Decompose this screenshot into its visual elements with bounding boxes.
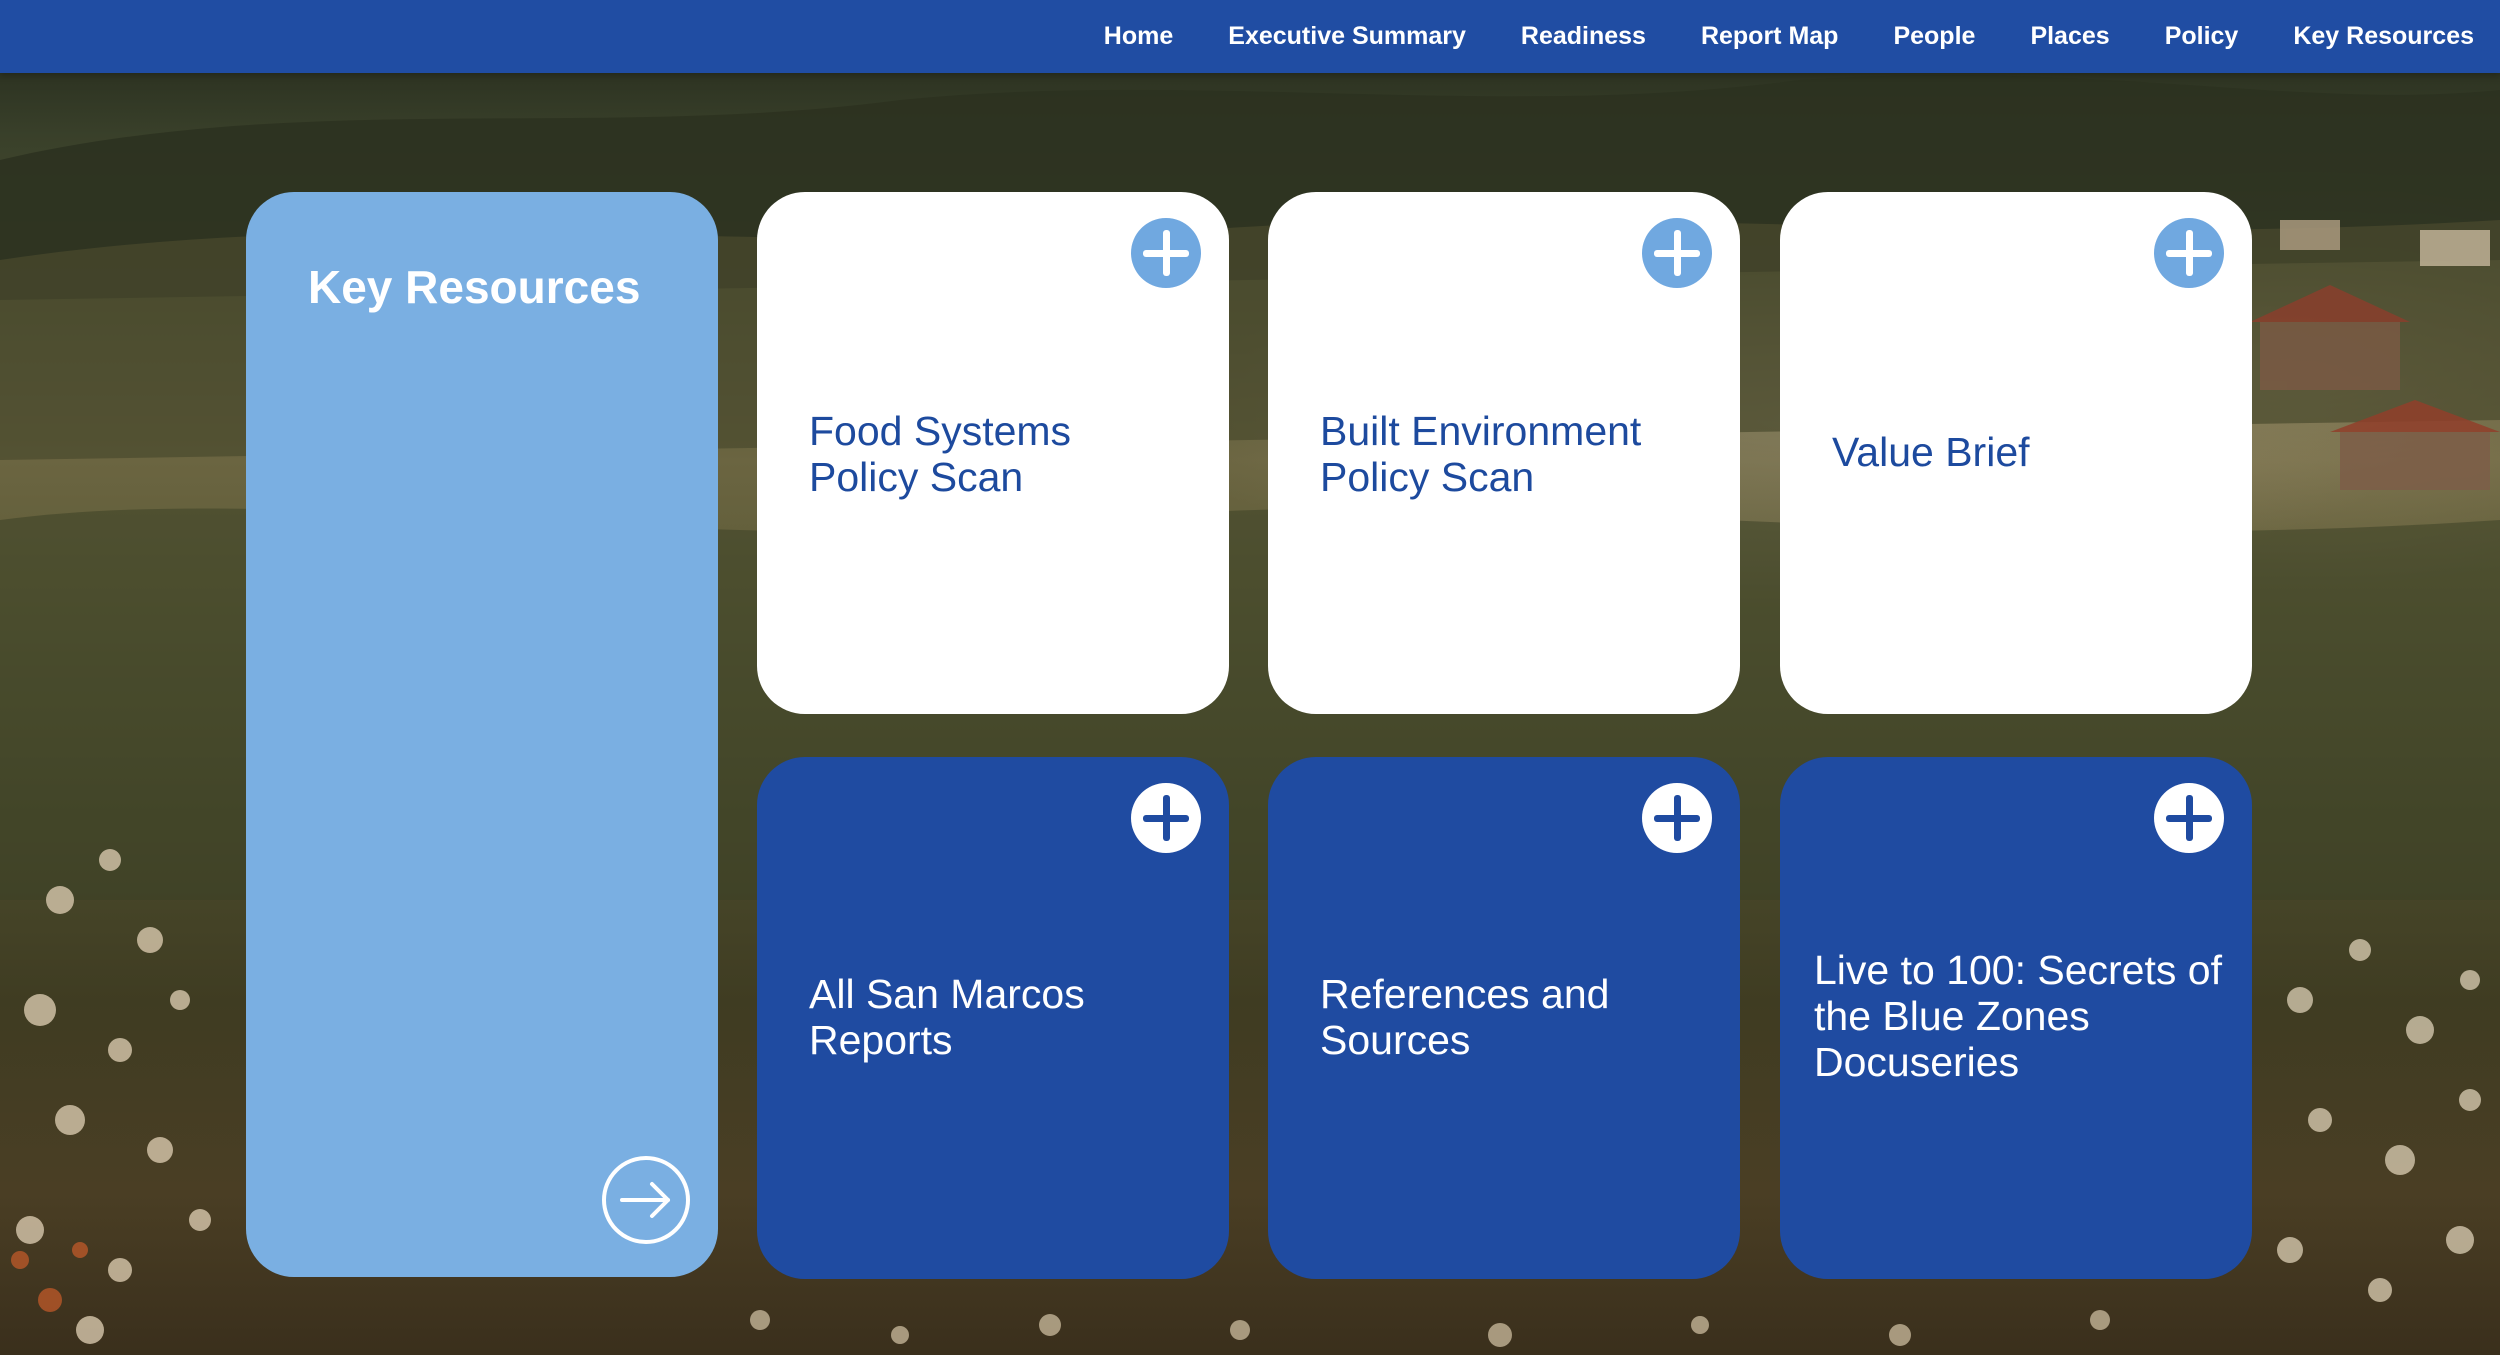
resource-card-food-systems[interactable]: Food Systems Policy Scan xyxy=(757,192,1229,714)
resource-card-label: References and Sources xyxy=(1320,971,1610,1063)
nav-places-link[interactable]: Places xyxy=(2030,22,2109,51)
nav-report-map-link[interactable]: Report Map xyxy=(1701,22,1839,51)
resource-card-label: Food Systems Policy Scan xyxy=(809,408,1072,500)
resource-card-built-environment[interactable]: Built Environment Policy Scan xyxy=(1268,192,1740,714)
nav-executive-summary-link[interactable]: Executive Summary xyxy=(1228,22,1466,51)
nav-people-link[interactable]: People xyxy=(1893,22,1975,51)
resource-card-references-sources[interactable]: References and Sources xyxy=(1268,757,1740,1279)
resource-card-label: Value Brief xyxy=(1832,429,2030,475)
plus-circle-icon[interactable] xyxy=(1642,783,1712,853)
nav-readiness-link[interactable]: Readiness xyxy=(1521,22,1646,51)
nav-home-link[interactable]: Home xyxy=(1104,22,1173,51)
resource-card-value-brief[interactable]: Value Brief xyxy=(1780,192,2252,714)
top-navigation-bar: Home Executive Summary Readiness Report … xyxy=(0,0,2500,73)
resource-card-label: Built Environment Policy Scan xyxy=(1320,408,1642,500)
nav-policy-link[interactable]: Policy xyxy=(2165,22,2239,51)
resource-card-blue-zones-docuseries[interactable]: Live to 100: Secrets of the Blue Zones D… xyxy=(1780,757,2252,1279)
arrow-right-circle-icon[interactable] xyxy=(602,1156,690,1244)
section-title: Key Resources xyxy=(308,261,641,313)
resource-card-label: All San Marcos Reports xyxy=(809,971,1085,1063)
plus-circle-icon[interactable] xyxy=(2154,218,2224,288)
key-resources-intro-card: Key Resources xyxy=(246,192,718,1277)
nav-key-resources-link[interactable]: Key Resources xyxy=(2293,22,2474,51)
resource-card-label: Live to 100: Secrets of the Blue Zones D… xyxy=(1814,947,2222,1085)
arrow-right-icon xyxy=(620,1182,670,1218)
plus-circle-icon[interactable] xyxy=(2154,783,2224,853)
plus-circle-icon[interactable] xyxy=(1131,218,1201,288)
plus-circle-icon[interactable] xyxy=(1642,218,1712,288)
resource-card-san-marcos-reports[interactable]: All San Marcos Reports xyxy=(757,757,1229,1279)
plus-circle-icon[interactable] xyxy=(1131,783,1201,853)
